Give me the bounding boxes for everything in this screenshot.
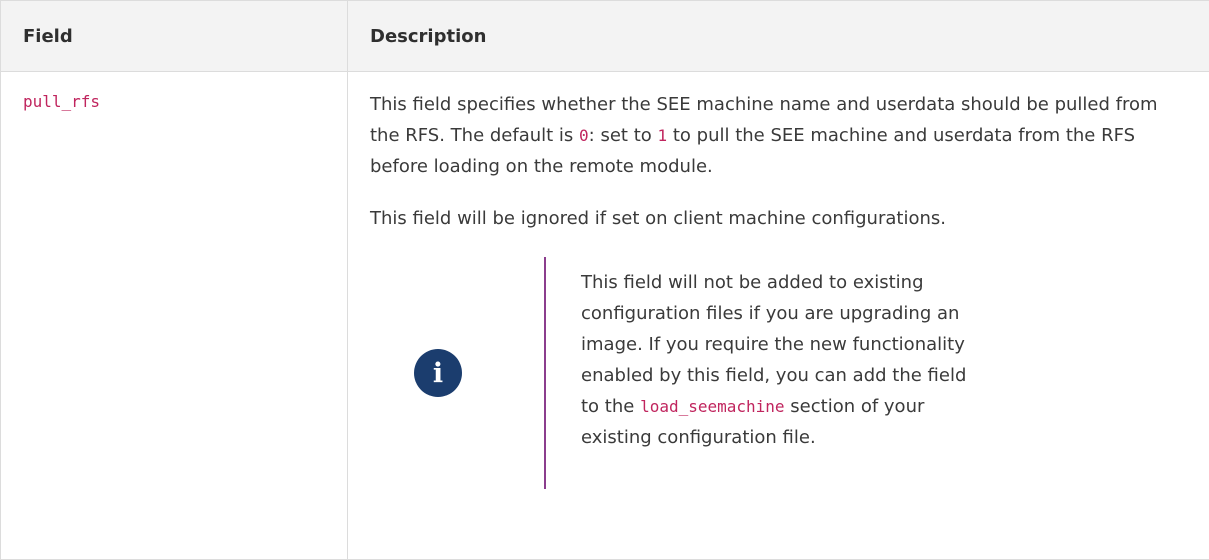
note-text: This field will not be added to existing… [581, 267, 981, 453]
default-value-code: 0 [579, 126, 589, 145]
header-field: Field [1, 1, 348, 72]
note-admonition: i This field will not be added to existi… [370, 257, 1169, 489]
note-code: load_seemachine [640, 397, 785, 416]
field-name: pull_rfs [23, 92, 100, 111]
description-paragraph-2: This field will be ignored if set on cli… [370, 203, 1169, 234]
description-text-2: : set to [589, 125, 658, 146]
pull-value-code: 1 [657, 126, 667, 145]
description-cell: This field specifies whether the SEE mac… [348, 72, 1209, 560]
table-row: pull_rfs This field specifies whether th… [1, 72, 1209, 560]
table-header-row: Field Description [1, 1, 1209, 72]
description-paragraph-1: This field specifies whether the SEE mac… [370, 89, 1169, 182]
header-description: Description [348, 1, 1209, 72]
info-icon: i [414, 349, 462, 397]
note-body: This field will not be added to existing… [544, 257, 981, 489]
fields-table: Field Description pull_rfs This field sp… [0, 0, 1209, 560]
field-cell: pull_rfs [1, 72, 348, 560]
note-icon-column: i [370, 257, 544, 489]
